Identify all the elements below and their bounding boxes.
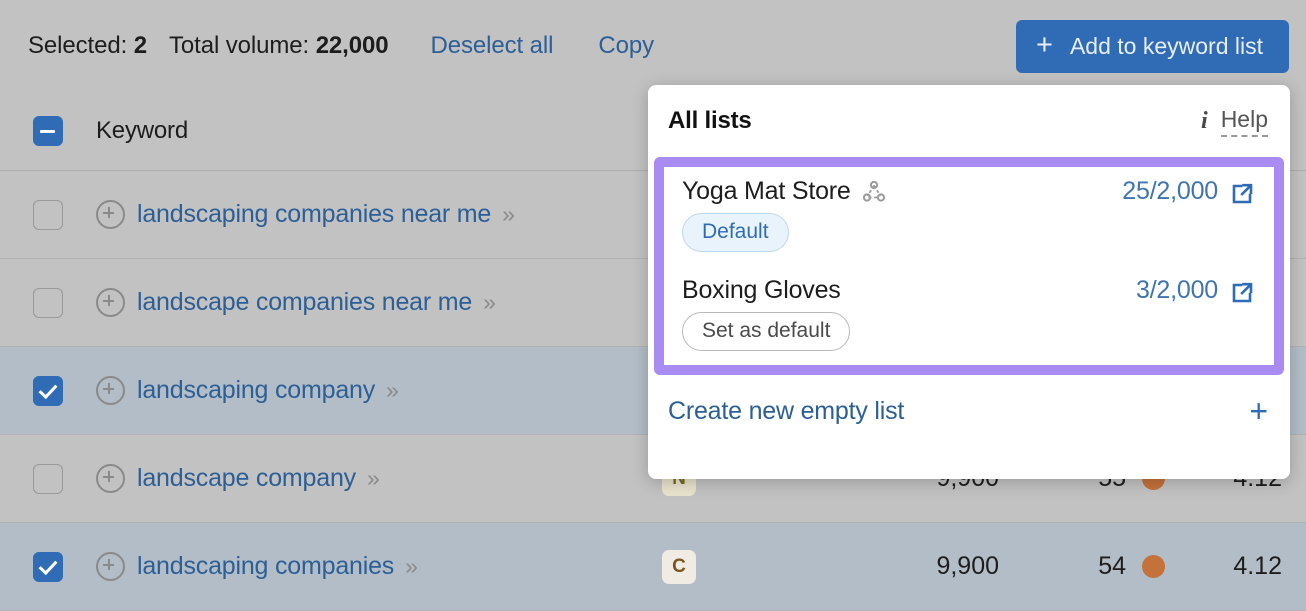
set-as-default-button[interactable]: Set as default	[682, 312, 851, 351]
lists-highlight-box: Yoga Mat Store 25/2,000 Default Boxing G…	[654, 157, 1284, 375]
keyword-link[interactable]: landscape company	[137, 464, 356, 493]
row-select-cell	[0, 551, 96, 582]
list-item-main-row: Boxing Gloves 3/2,000	[682, 276, 1254, 305]
selected-summary: Selected: 2	[28, 32, 147, 60]
row-select-cell	[0, 375, 96, 406]
keyword-link[interactable]: landscaping companies near me	[137, 200, 491, 229]
selected-count: 2	[133, 31, 147, 59]
list-item[interactable]: Boxing Gloves 3/2,000 Set as default	[664, 266, 1274, 365]
plus-circle-icon[interactable]	[96, 464, 125, 493]
dropdown-header: All lists i Help	[648, 85, 1290, 157]
row-checkbox[interactable]	[33, 463, 63, 494]
keyword-cell: landscape company »	[96, 464, 656, 493]
row-select-cell	[0, 199, 96, 230]
list-item-main-row: Yoga Mat Store 25/2,000	[682, 177, 1254, 206]
chevron-double-right-icon[interactable]: »	[367, 465, 380, 492]
keyword-cell: landscaping company »	[96, 376, 656, 405]
table-row[interactable]: landscaping companies » C 9,900 54 4.12	[0, 523, 1306, 611]
plus-circle-icon[interactable]	[96, 376, 125, 405]
total-volume-label: Total volume:	[169, 31, 310, 59]
row-select-cell	[0, 287, 96, 318]
row-checkbox[interactable]	[33, 199, 63, 230]
add-to-keyword-list-button[interactable]: + Add to keyword list	[1016, 20, 1289, 73]
create-new-list-row[interactable]: Create new empty list +	[648, 375, 1290, 447]
keyword-link[interactable]: landscape companies near me	[137, 288, 472, 317]
bulk-action-toolbar: Selected: 2 Total volume: 22,000 Deselec…	[0, 0, 1306, 91]
select-all-checkbox[interactable]	[33, 115, 63, 146]
row-checkbox[interactable]	[33, 287, 63, 318]
info-icon[interactable]: i	[1201, 108, 1208, 135]
row-checkbox[interactable]	[33, 551, 63, 582]
deselect-all-link[interactable]: Deselect all	[431, 32, 554, 60]
share-icon	[861, 179, 887, 205]
add-to-keyword-list-label: Add to keyword list	[1069, 33, 1263, 59]
list-name: Boxing Gloves	[682, 276, 841, 304]
row-checkbox[interactable]	[33, 375, 63, 406]
external-link-icon[interactable]	[1230, 182, 1254, 206]
selected-label: Selected:	[28, 31, 128, 59]
keyword-link[interactable]: landscaping company	[137, 376, 375, 405]
create-new-list-label: Create new empty list	[668, 396, 905, 425]
default-badge[interactable]: Default	[682, 213, 789, 252]
select-all-cell	[0, 115, 96, 146]
chevron-double-right-icon[interactable]: »	[483, 289, 496, 316]
plus-icon: +	[1036, 29, 1053, 61]
kd-value: 54	[1098, 552, 1126, 580]
all-lists-dropdown: All lists i Help Yoga Mat Store 25/2,000	[648, 85, 1290, 479]
list-item[interactable]: Yoga Mat Store 25/2,000 Default	[664, 167, 1274, 266]
cpc-cell: 4.12	[1233, 552, 1282, 580]
total-volume-summary: Total volume: 22,000	[169, 32, 389, 60]
keyword-cell: landscaping companies near me »	[96, 200, 656, 229]
keyword-cell: landscape companies near me »	[96, 288, 656, 317]
chevron-double-right-icon[interactable]: »	[386, 377, 399, 404]
kd-cell: 54	[1007, 552, 1177, 581]
total-volume-value: 22,000	[315, 31, 389, 59]
column-header-keyword[interactable]: Keyword	[96, 117, 656, 145]
list-badge-row: Set as default	[682, 312, 1254, 351]
copy-link[interactable]: Copy	[598, 32, 654, 60]
plus-circle-icon[interactable]	[96, 200, 125, 229]
dropdown-title: All lists	[668, 107, 752, 134]
keyword-cell: landscaping companies »	[96, 552, 656, 581]
plus-circle-icon[interactable]	[96, 552, 125, 581]
keyword-link[interactable]: landscaping companies	[137, 552, 394, 581]
chevron-double-right-icon[interactable]: »	[502, 201, 515, 228]
list-count: 3/2,000	[1135, 276, 1218, 304]
volume-cell: 9,900	[936, 552, 999, 580]
external-link-icon[interactable]	[1230, 281, 1254, 305]
list-badge-row: Default	[682, 213, 1254, 252]
list-name: Yoga Mat Store	[682, 177, 851, 205]
row-select-cell	[0, 463, 96, 494]
chevron-double-right-icon[interactable]: »	[405, 553, 418, 580]
list-count: 25/2,000	[1122, 177, 1218, 205]
intent-badge[interactable]: C	[662, 549, 696, 584]
plus-circle-icon[interactable]	[96, 288, 125, 317]
plus-icon[interactable]: +	[1249, 395, 1268, 427]
help-link[interactable]: Help	[1220, 106, 1268, 137]
kd-difficulty-dot	[1142, 555, 1165, 578]
intent-cell: C	[656, 549, 757, 584]
